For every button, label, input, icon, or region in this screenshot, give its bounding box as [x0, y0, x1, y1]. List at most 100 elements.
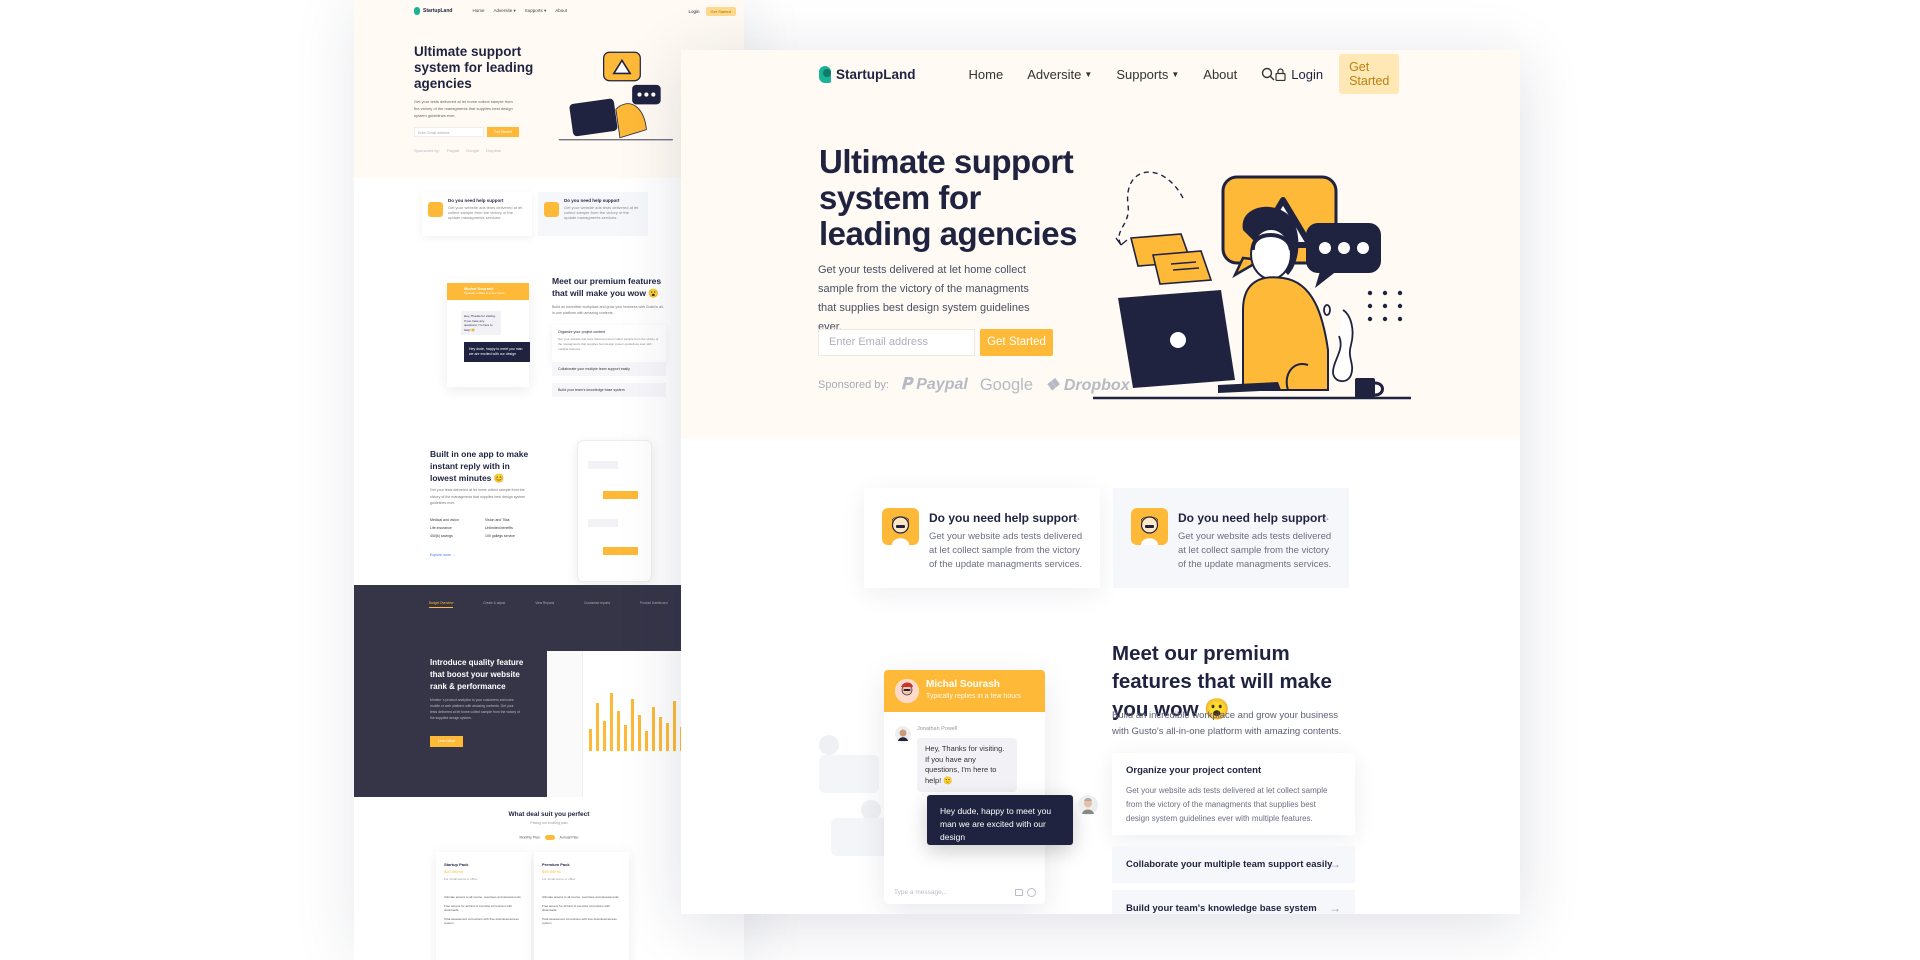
preview-support-illustration [558, 51, 673, 141]
preview-check-item: Vision and Tilas [485, 518, 510, 522]
preview-support-card[interactable]: Do you need help support Get your websit… [422, 192, 532, 236]
preview-tab[interactable]: View Reports [535, 601, 554, 608]
chevron-down-icon: ▼ [1084, 69, 1093, 79]
get-started-nav-button[interactable]: Get Started [1339, 54, 1400, 94]
preview-check-item: 400(k) savings [430, 534, 453, 538]
support-avatar-icon [544, 202, 559, 217]
preview-paypal-logo: Paypal [446, 148, 460, 153]
lock-icon [1275, 67, 1286, 81]
preview-nav-adversite[interactable]: Adversite ▾ [493, 8, 515, 14]
preview-bar [673, 701, 676, 751]
accordion-open-title: Organize your project content [1126, 765, 1262, 776]
chat-message-input[interactable]: Type a message... [894, 889, 947, 896]
preview-cta-button[interactable]: Get Started [487, 127, 519, 137]
sponsors-row: Sponsored by: 𝐏 Paypal Google ❖ Dropbox [818, 375, 1130, 395]
arrow-right-icon[interactable]: → [1070, 510, 1082, 524]
preview-plan-card[interactable]: Premium Pack $99.99/mo For Small teams o… [534, 852, 629, 960]
startupland-logo-icon [819, 65, 831, 83]
reply-user-avatar-icon [1078, 795, 1098, 815]
preview-tab[interactable]: Customise reports [584, 601, 610, 608]
preview-toggle-annual[interactable]: Annual Plan [560, 835, 579, 839]
preview-plan-price: $20.99/mo [444, 869, 463, 874]
support-avatar-icon [428, 202, 443, 217]
support-card-title: Do you need help support [929, 511, 1078, 525]
preview-bar [659, 717, 662, 751]
nav-actions: Login Get Started [1275, 54, 1400, 94]
preview-accordion-item[interactable]: Collaborate your multiple team support e… [552, 362, 666, 376]
dropbox-icon: ❖ [1045, 377, 1064, 394]
preview-card-desc: Get your website ads tests delivered at … [448, 205, 523, 220]
preview-plan-desc: For Small teams or office [542, 877, 576, 881]
preview-chat-widget: Michal Sourash Typically replies in a fe… [447, 283, 529, 387]
logo[interactable]: StartupLand [819, 65, 916, 83]
preview-login[interactable]: Login [689, 9, 700, 14]
accordion-open-desc: Get your website ads tests delivered at … [1126, 786, 1328, 823]
arrow-right-icon[interactable]: → [1319, 510, 1331, 524]
preview-google-logo: Google [466, 148, 479, 153]
top-nav: StartupLand Home Adversite ▼ Supports ▼ Ab… [819, 54, 1400, 94]
preview-bar [610, 693, 613, 751]
arrow-right-icon: → [1329, 901, 1341, 914]
user-avatar-icon [895, 679, 919, 703]
nav-about[interactable]: About [1203, 67, 1237, 82]
support-card[interactable]: Do you need help support Get your websit… [1113, 488, 1349, 588]
preview-accordion-open[interactable]: Organize your project content Get your w… [552, 325, 666, 363]
support-card-title: Do you need help support [1178, 511, 1327, 525]
preview-tab[interactable]: Product Dashboard [640, 601, 667, 608]
chat-header: Michal Sourash Typically replies in a fe… [884, 670, 1045, 712]
support-card[interactable]: Do you need help support Get your websit… [864, 488, 1100, 588]
emoji-icon[interactable] [1027, 888, 1036, 897]
nav-supports[interactable]: Supports ▼ [1116, 67, 1179, 82]
preview-bar [631, 699, 634, 751]
preview-tab[interactable]: Create & adjust [483, 601, 505, 608]
preview-bar [638, 715, 641, 751]
preview-check-item: 100 gallegs service [485, 534, 515, 538]
preview-plan-desc: For Small teams or office [444, 877, 478, 881]
nav-home[interactable]: Home [969, 67, 1004, 82]
preview-plan-card[interactable]: Startup Pack $20.99/mo For Small teams o… [436, 852, 531, 960]
preview-app-desc: Get your tests delivered at let home col… [430, 488, 526, 505]
preview-feature-tabs: Budget Overview Create & adjust View Rep… [429, 601, 668, 608]
preview-plan-feature: Ultimate access to all course, exercises… [444, 895, 521, 899]
preview-bar [624, 725, 627, 751]
image-icon[interactable] [1015, 889, 1023, 896]
preview-support-card[interactable]: Do you need help support Get your websit… [538, 192, 648, 236]
preview-accordion-item[interactable]: Build your team's knowledge base system [552, 383, 666, 397]
preview-dropbox-logo: Dropbox [485, 148, 502, 153]
preview-card-desc: Get your website ads tests delivered at … [564, 205, 639, 220]
email-input[interactable]: Enter Email address [818, 329, 975, 356]
search-icon[interactable] [1261, 67, 1275, 81]
chat-agent-name: Michal Sourash [926, 679, 1000, 690]
features-desc: Build an incredible workplace and grow y… [1112, 710, 1342, 737]
agent-face-icon [1140, 516, 1159, 545]
toggle-switch-icon[interactable] [544, 835, 555, 840]
get-started-button[interactable]: Get Started [980, 329, 1053, 356]
preview-nav-about[interactable]: About [555, 8, 567, 14]
preview-tab[interactable]: Budget Overview [429, 601, 454, 608]
preview-email-input[interactable]: Enter Email address [414, 127, 484, 137]
preview-nav-home[interactable]: Home [472, 8, 484, 14]
preview-plan-price: $99.99/mo [542, 869, 561, 874]
logo-text: StartupLand [836, 66, 916, 82]
preview-explore-link[interactable]: Explore more → [430, 553, 455, 557]
preview-features-title: Meet our premium features that will make… [552, 276, 662, 298]
preview-plan-feature: Ultimate access to all course, exercises… [542, 895, 619, 899]
nav-supports-label: Supports [1116, 66, 1169, 82]
preview-plan-feature: Total assessment corrections with free d… [542, 916, 617, 926]
nav-adversite-label: Adversite [1027, 66, 1082, 82]
preview-toggle-monthly[interactable]: Monthly Plan [520, 835, 540, 839]
logo-icon [414, 7, 420, 15]
preview-logo-text: StartupLand [423, 8, 453, 14]
login-link[interactable]: Login [1275, 67, 1323, 82]
nav-adversite[interactable]: Adversite ▼ [1027, 67, 1092, 82]
support-card-desc: Get your website ads tests delivered at … [929, 531, 1083, 570]
preview-bar [603, 721, 606, 751]
accordion-open-item[interactable]: Organize your project content Get your w… [1112, 753, 1355, 835]
preview-logo[interactable]: StartupLand [414, 7, 452, 15]
accordion-item[interactable]: Collaborate your multiple team support e… [1112, 846, 1355, 883]
login-label: Login [1291, 66, 1324, 82]
preview-learn-more-button[interactable]: Learn More [430, 736, 463, 747]
accordion-item[interactable]: Build your team's knowledge base system … [1112, 890, 1355, 914]
preview-get-started-button[interactable]: Get Started [705, 6, 736, 16]
preview-nav-supports[interactable]: Supports ▾ [525, 8, 547, 14]
